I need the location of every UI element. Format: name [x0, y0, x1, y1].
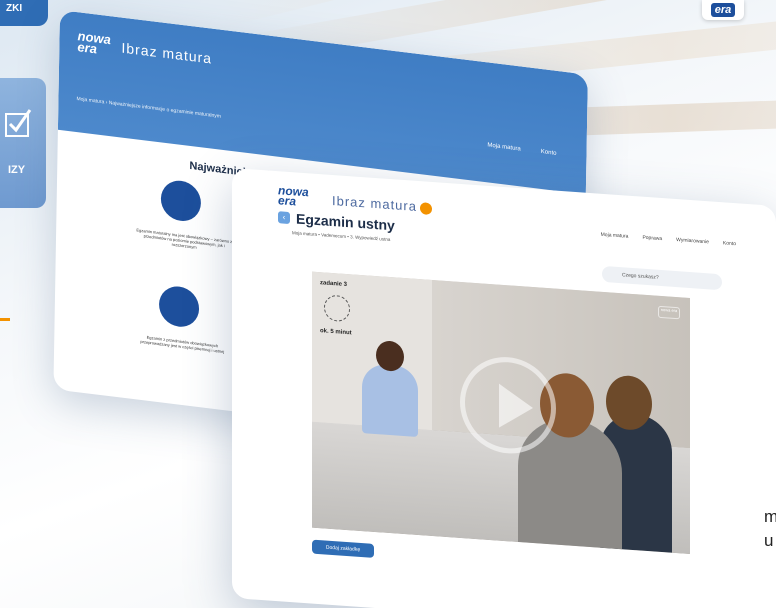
- checkbox-icon: [5, 109, 32, 137]
- search-input[interactable]: Czego szukasz?: [602, 265, 722, 291]
- front-page-card: nowa era Ibraz matura Moja matura Poprawa…: [232, 168, 776, 608]
- era-corner-logo-text: era: [710, 3, 736, 17]
- back-arrow-button[interactable]: ‹: [278, 211, 290, 225]
- back-nav-konto[interactable]: Konto: [541, 149, 557, 157]
- orange-dot-icon: [419, 201, 432, 215]
- video-player[interactable]: zadanie 3 ok. 5 minut nowa era: [312, 271, 690, 555]
- back-nav: Moja matura Konto: [487, 142, 556, 156]
- back-block2-text: Egzamin z przedmiotów obowiązkowych prze…: [140, 334, 225, 355]
- nav-poprawa[interactable]: Poprawa: [642, 235, 662, 242]
- accent-bar: [0, 318, 10, 321]
- person-speaking-icon: [158, 284, 200, 330]
- text-snippet-right: mi u: [764, 505, 776, 553]
- person-question-icon: [160, 178, 202, 224]
- video-person-1: [362, 363, 418, 438]
- front-product-name: Ibraz matura: [332, 193, 432, 215]
- tile-top-label: ZKI: [6, 3, 23, 14]
- back-nav-moja-matura[interactable]: Moja matura: [487, 142, 520, 152]
- snippet-line-2: u: [764, 531, 774, 550]
- front-logo[interactable]: nowa era: [278, 183, 309, 209]
- partial-tile-top[interactable]: ZKI: [0, 0, 48, 26]
- add-bookmark-button[interactable]: Dodaj zakładkę: [312, 539, 374, 558]
- era-corner-logo: era: [702, 0, 744, 20]
- back-block1-text: Egzamin maturalny ma jest obowiązkowy – …: [136, 227, 233, 250]
- front-product-text: Ibraz matura: [332, 192, 417, 214]
- front-logo-bottom: era: [278, 193, 297, 209]
- page-title: Egzamin ustny: [296, 210, 395, 234]
- tile-side-label: IZY: [8, 164, 26, 176]
- back-breadcrumb[interactable]: Moja matura › Najważniejsze informacje o…: [76, 96, 221, 120]
- nav-moja-matura[interactable]: Moja matura: [601, 232, 629, 240]
- back-logo-bottom: era: [77, 39, 98, 57]
- nav-wymiarowanie[interactable]: Wymiarowanie: [676, 237, 709, 245]
- front-nav: Moja matura Poprawa Wymiarowanie Konto: [601, 232, 736, 247]
- snippet-line-1: mi: [764, 507, 776, 526]
- partial-tile-side[interactable]: IZY: [0, 78, 46, 208]
- video-watermark: nowa era: [658, 305, 680, 320]
- nav-konto[interactable]: Konto: [723, 240, 736, 247]
